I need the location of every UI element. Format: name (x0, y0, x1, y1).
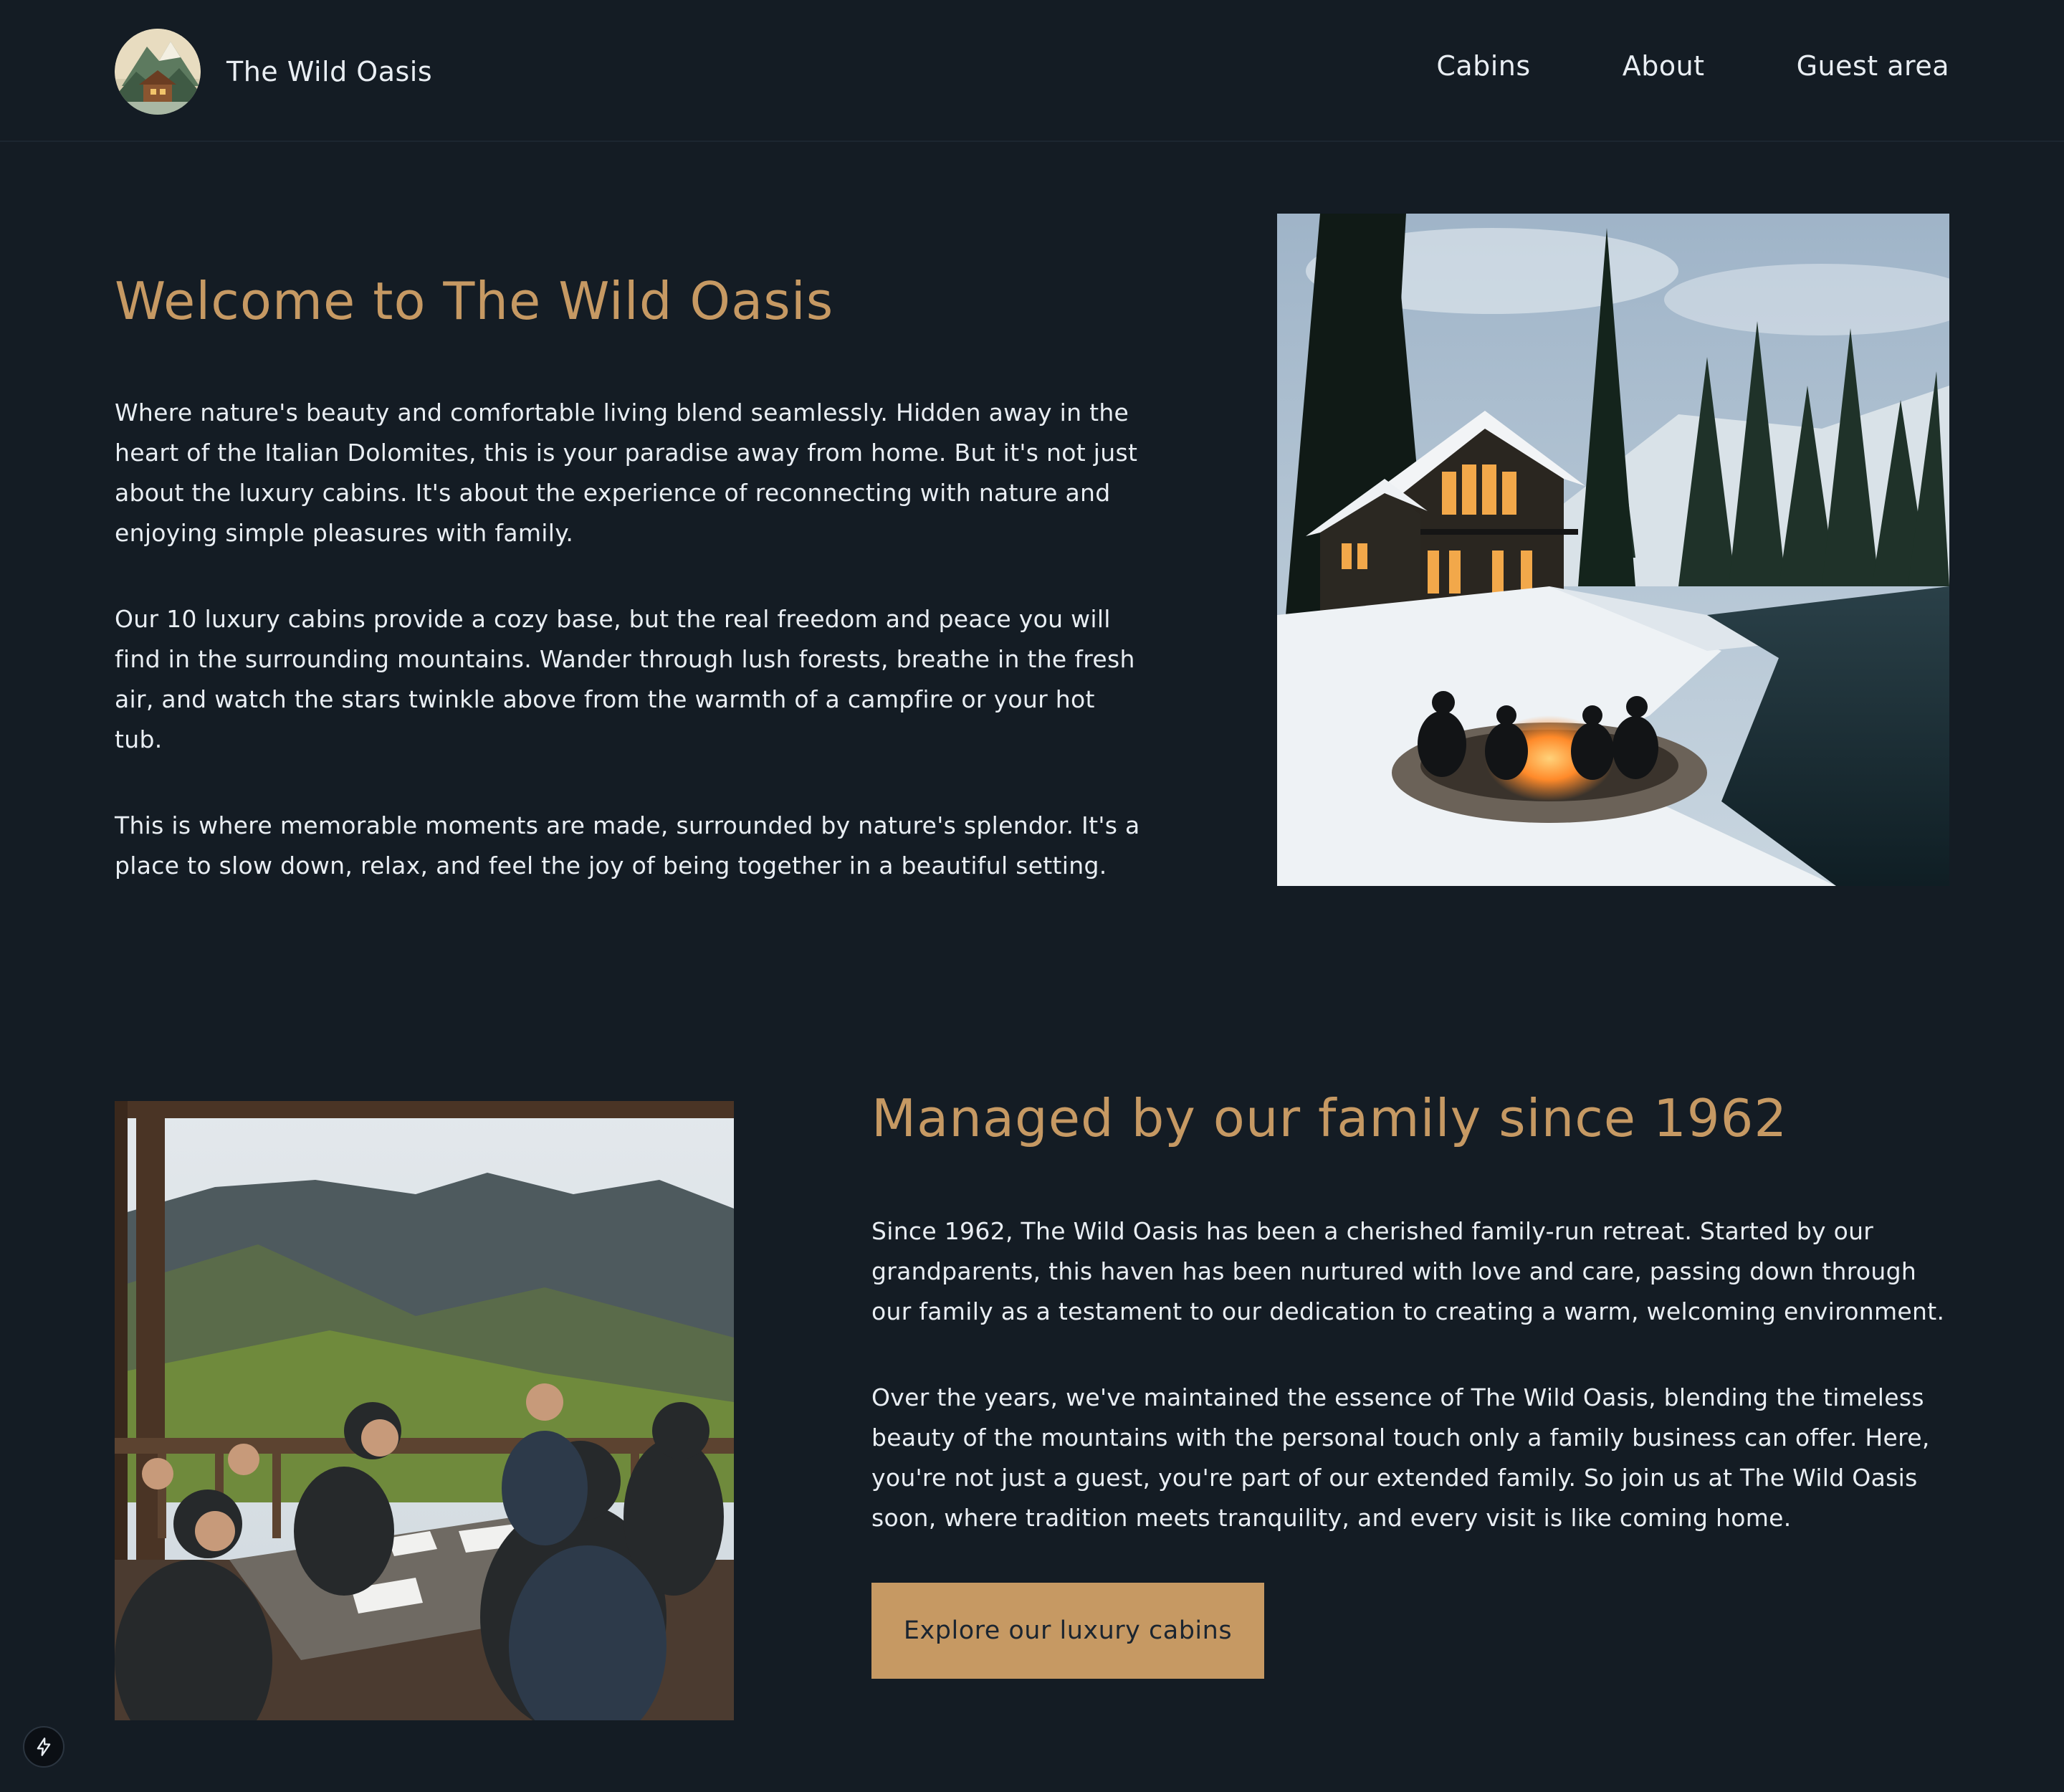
nav-guest-area[interactable]: Guest area (1797, 50, 1949, 82)
dev-tools-button[interactable] (23, 1726, 64, 1768)
welcome-text: Where nature's beauty and comfortable li… (115, 393, 1147, 932)
family-gathering-image (115, 1101, 734, 1720)
explore-cabins-button[interactable]: Explore our luxury cabins (871, 1583, 1264, 1679)
site-header: The Wild Oasis Cabins About Guest area (0, 0, 2064, 142)
brand-name: The Wild Oasis (226, 56, 433, 87)
family-text: Since 1962, The Wild Oasis has been a ch… (871, 1211, 1961, 1584)
welcome-paragraph-1: Where nature's beauty and comfortable li… (115, 399, 1138, 547)
welcome-paragraph-3: This is where memorable moments are made… (115, 811, 1140, 880)
welcome-heading: Welcome to The Wild Oasis (115, 271, 834, 331)
logo-link[interactable]: The Wild Oasis (115, 29, 432, 115)
family-heading: Managed by our family since 1962 (871, 1088, 1788, 1148)
main-nav: Cabins About Guest area (1436, 50, 1949, 82)
lightning-bolt-icon (37, 1738, 51, 1756)
nav-about[interactable]: About (1623, 50, 1705, 82)
family-paragraph-1: Since 1962, The Wild Oasis has been a ch… (871, 1217, 1945, 1325)
lodge-campfire-image (1277, 214, 1949, 886)
welcome-paragraph-2: Our 10 luxury cabins provide a cozy base… (115, 605, 1135, 753)
nav-cabins[interactable]: Cabins (1436, 50, 1530, 82)
logo-icon (115, 29, 201, 115)
family-paragraph-2: Over the years, we've maintained the ess… (871, 1383, 1930, 1532)
